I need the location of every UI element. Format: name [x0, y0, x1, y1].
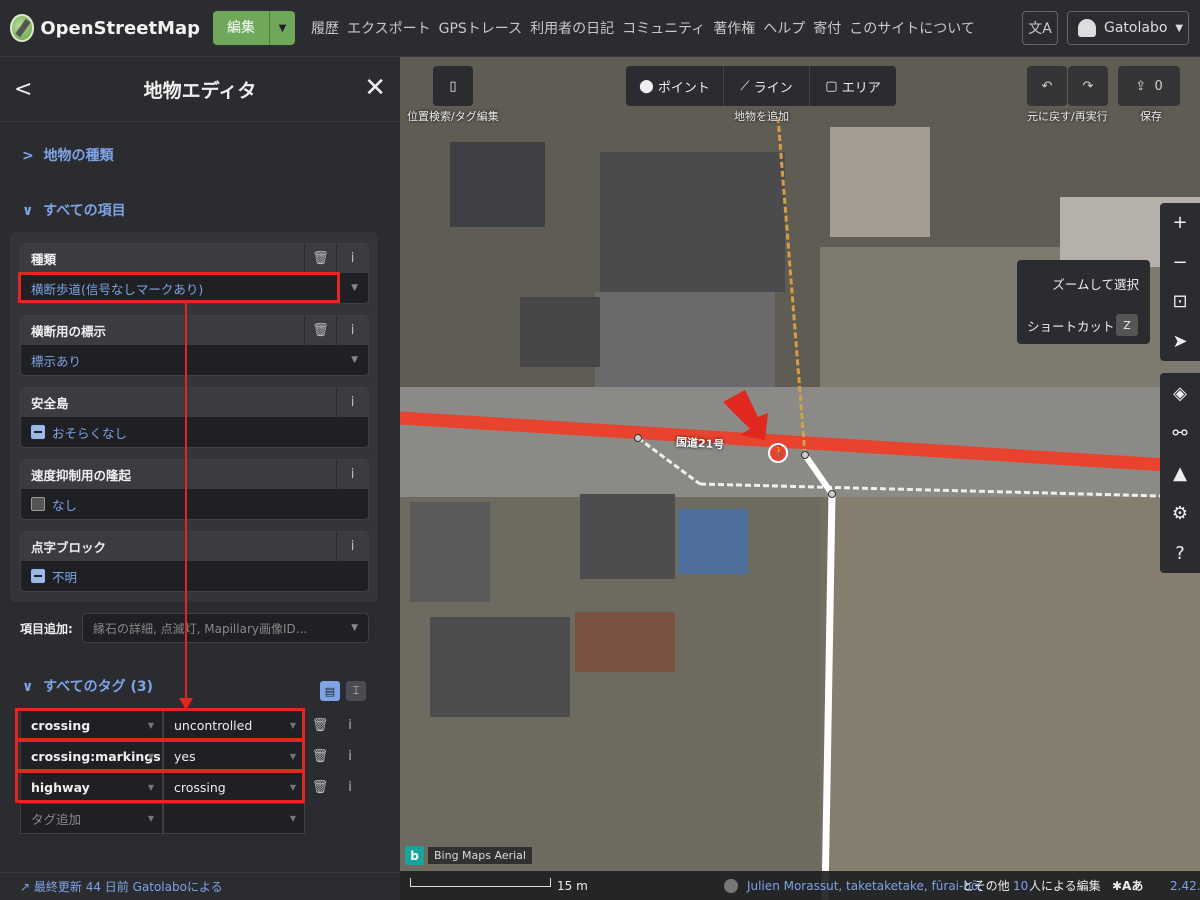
map-pane-controls: ◈ ⚯ ▲ ⚙ ?: [1160, 373, 1200, 573]
preferences-icon[interactable]: ⚙: [1172, 493, 1188, 533]
last-edit-footer[interactable]: ↗ 最終更新 44 日前 Gatolaboによる: [0, 872, 400, 900]
add-area-label: エリア: [841, 80, 881, 96]
add-feature-toolbar: ⬤ ポイント ⟋ ライン ▢ エリア: [626, 66, 896, 106]
map-footer: 15 m Julien Morassut, taketaketake, fūra…: [400, 871, 1200, 900]
save-button[interactable]: ⇪ 0: [1118, 66, 1180, 106]
map-zoom-controls: + − ⊡ ➤: [1160, 203, 1200, 361]
zoom-to-selection-tooltip: ズームして選択 ショートカット Z: [1017, 260, 1150, 344]
add-caption: 地物を追加: [734, 110, 789, 123]
nav-about[interactable]: このサイトについて: [849, 18, 975, 38]
tooltip-title: ズームして選択: [1052, 277, 1139, 292]
nav-communities[interactable]: コミュニティ: [622, 18, 705, 38]
line-icon: ⟋: [740, 78, 754, 94]
last-edit-text: 最終更新 44 日前 Gatolaboによる: [33, 880, 223, 894]
attribution-others: とその他: [962, 879, 1010, 893]
redo-icon: ↷: [1082, 78, 1094, 94]
nav-help[interactable]: ヘルプ: [763, 18, 805, 38]
inspector-toggle-button[interactable]: ▯: [433, 66, 473, 106]
save-caption: 保存: [1140, 110, 1162, 123]
attribution-count[interactable]: 10: [1013, 879, 1028, 893]
imagery-source[interactable]: b Bing Maps Aerial: [405, 846, 532, 865]
tooltip-shortcut-label: ショートカット: [1027, 319, 1115, 334]
area-icon: ▢: [825, 78, 842, 94]
add-line-button[interactable]: ⟋ ライン: [724, 66, 810, 106]
add-point-label: ポイント: [657, 80, 710, 96]
translate-icon: 文A: [1028, 21, 1052, 37]
nav-donate[interactable]: 寄付: [813, 18, 841, 38]
map-canvas[interactable]: 国道21号 🚶 ▯ 位置検索/タグ編集 ⬤ ポイント ⟋ ライン ▢ エリア 地…: [400, 57, 1200, 900]
report-bug-icon[interactable]: ✱Aあ: [1112, 877, 1143, 894]
avatar: [1078, 19, 1096, 37]
nav-diaries[interactable]: 利用者の日記: [530, 18, 614, 38]
pedestrian-crossing-icon[interactable]: 🚶: [773, 446, 785, 457]
search-caption: 位置検索/タグ編集: [407, 110, 499, 123]
zoom-in-icon[interactable]: +: [1172, 203, 1187, 243]
issues-warning-icon[interactable]: ▲: [1173, 453, 1187, 493]
caret-down-icon: ▼: [1175, 22, 1184, 34]
shortcut-key: Z: [1116, 314, 1138, 336]
nav-copyright[interactable]: 著作権: [713, 18, 755, 38]
contributors-icon: [724, 878, 738, 893]
geolocate-icon[interactable]: ➤: [1172, 322, 1187, 362]
annotation-arrow: [179, 303, 193, 710]
nav-gps-traces[interactable]: GPSトレース: [439, 18, 522, 38]
attribution-suffix: 人による編集: [1029, 879, 1101, 893]
translate-button[interactable]: 文A: [1022, 11, 1058, 45]
user-name: Gatolabo: [1104, 20, 1168, 36]
add-line-label: ライン: [753, 80, 793, 96]
help-icon[interactable]: ?: [1175, 533, 1185, 573]
undo-caption: 元に戻す/再実行: [1027, 110, 1108, 123]
undo-icon: ↶: [1041, 78, 1053, 94]
add-area-button[interactable]: ▢ エリア: [810, 66, 896, 106]
bing-logo-icon: b: [405, 846, 424, 865]
zoom-to-selection-icon[interactable]: ⊡: [1172, 282, 1187, 322]
road-label: 国道21号: [675, 435, 725, 452]
main-nav: 履歴 エクスポート GPSトレース 利用者の日記 コミュニティ 著作権 ヘルプ …: [311, 18, 983, 38]
add-point-button[interactable]: ⬤ ポイント: [626, 66, 724, 106]
scale-bar[interactable]: [410, 878, 551, 887]
map-data-icon[interactable]: ⚯: [1172, 413, 1187, 453]
background-layers-icon[interactable]: ◈: [1173, 373, 1187, 413]
sidebar-toggle-icon: ▯: [449, 78, 457, 94]
scale-label: 15 m: [557, 878, 588, 893]
imagery-name: Bing Maps Aerial: [428, 847, 532, 864]
save-count: 0: [1154, 78, 1163, 94]
external-link-icon: ↗: [20, 879, 31, 894]
attribution-names[interactable]: Julien Morassut, taketaketake, fūrai-bō,: [747, 879, 982, 893]
user-menu-button[interactable]: Gatolabo ▼: [1067, 11, 1189, 45]
redo-button[interactable]: ↷: [1068, 66, 1108, 106]
zoom-out-icon[interactable]: −: [1172, 243, 1187, 283]
upload-icon: ⇪: [1135, 78, 1155, 94]
version-label[interactable]: 2.42.2: [1170, 879, 1200, 893]
aerial-imagery: [400, 57, 1200, 900]
undo-button[interactable]: ↶: [1027, 66, 1067, 106]
pin-icon: ⬤: [639, 78, 658, 94]
